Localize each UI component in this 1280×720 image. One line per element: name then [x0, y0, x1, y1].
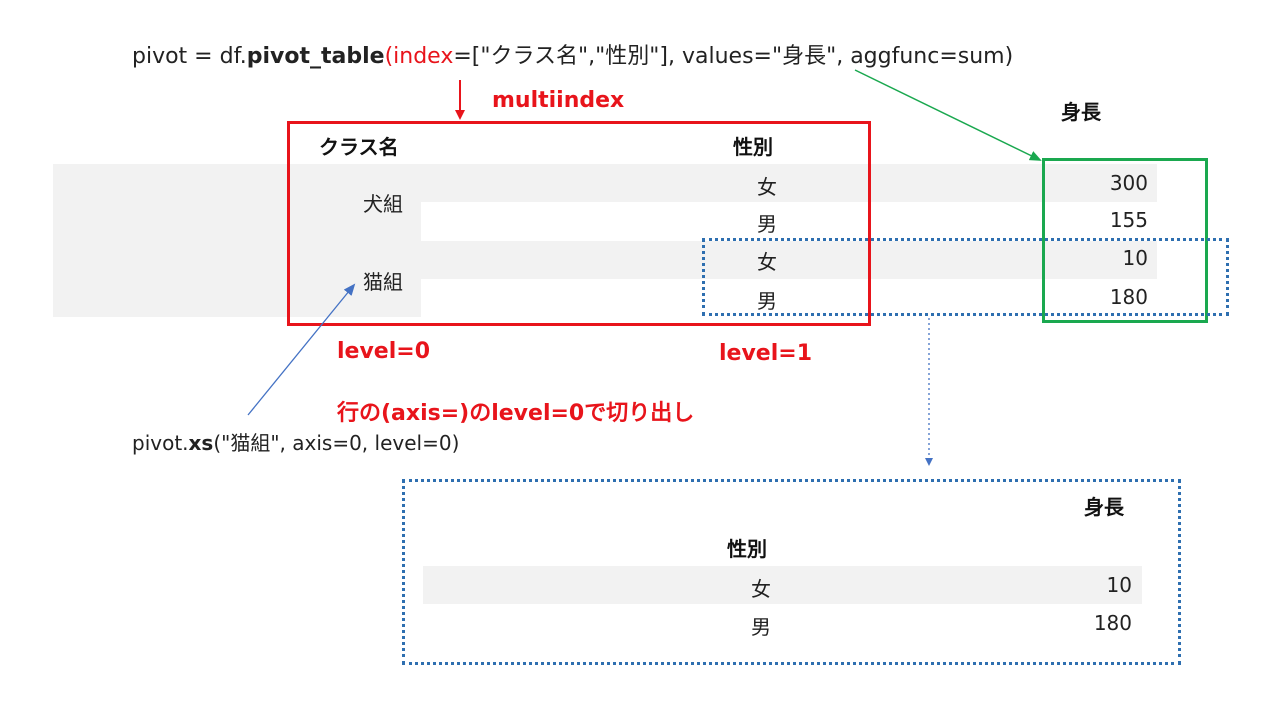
- result-row-band: [423, 566, 1142, 604]
- result-value-header: 身長: [1084, 495, 1124, 519]
- result-height-value: 10: [1106, 573, 1132, 597]
- slice-highlight-box: [702, 238, 1229, 316]
- result-sex-label: 男: [751, 615, 771, 639]
- level1-label: level=1: [719, 341, 813, 366]
- index-arrow-head: [455, 110, 465, 120]
- index-keyword: index: [393, 44, 454, 69]
- multiindex-label: multiindex: [492, 88, 625, 113]
- xs-code: pivot.xs("猫組", axis=0, level=0): [132, 431, 460, 455]
- pivot-table-code: pivot = df.pivot_table(index=["クラス名","性別…: [132, 44, 1014, 69]
- values-arrow: [854, 69, 1042, 161]
- result-sex-label: 女: [751, 577, 771, 601]
- result-height-value: 180: [1093, 611, 1132, 635]
- result-index-header: 性別: [727, 537, 767, 561]
- slice-note: 行の(axis=)のlevel=0で切り出し: [337, 401, 695, 426]
- result-arrow-head: [925, 458, 933, 466]
- level0-label: level=0: [337, 339, 431, 364]
- pivot-table-func: pivot_table: [246, 44, 385, 69]
- xs-func: xs: [188, 431, 214, 455]
- value-column-header: 身長: [1061, 100, 1101, 124]
